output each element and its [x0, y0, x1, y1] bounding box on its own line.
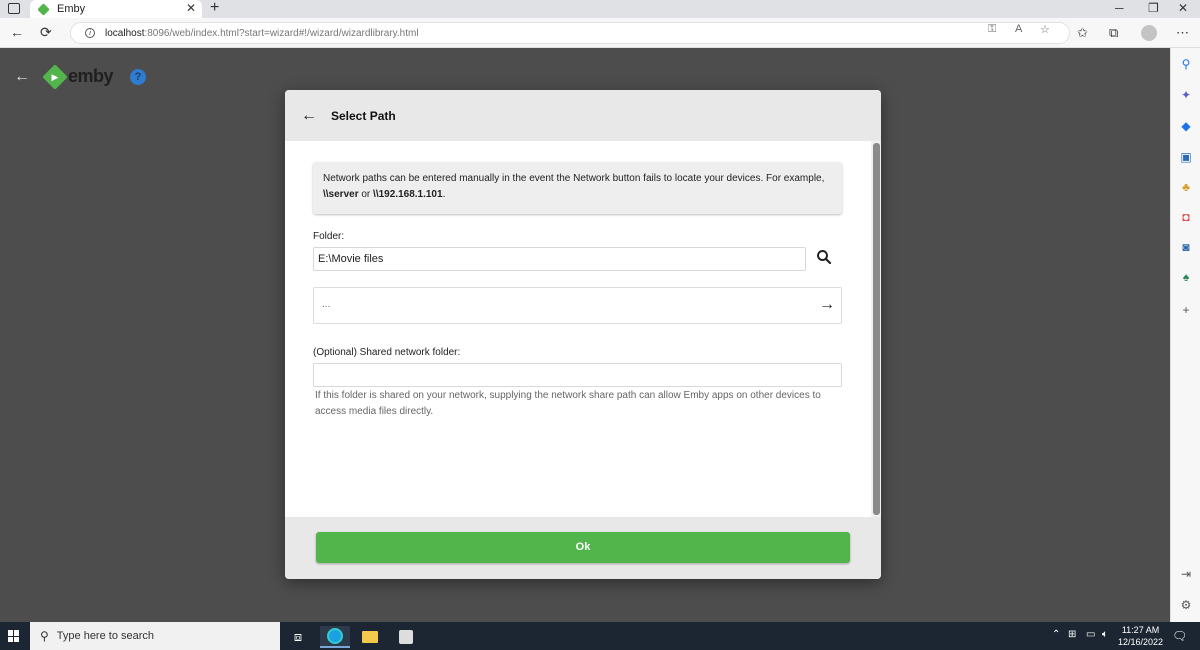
emby-logo: ▶ emby	[42, 63, 114, 90]
parent-directory-label: ...	[322, 299, 331, 310]
scrollbar-thumb[interactable]	[873, 143, 880, 515]
shared-folder-label: (Optional) Shared network folder:	[313, 347, 461, 358]
emby-server-taskbar-icon[interactable]	[391, 626, 421, 648]
folder-input[interactable]: E:\Movie files	[313, 247, 806, 271]
favorite-star-icon[interactable]: ☆	[1040, 23, 1050, 36]
clock-date: 12/16/2022	[1118, 637, 1164, 647]
profile-avatar[interactable]	[1141, 25, 1157, 41]
discover-icon[interactable]: ✦	[1179, 88, 1193, 102]
minimize-icon[interactable]: ─	[1115, 1, 1124, 15]
site-info-icon[interactable]: i	[85, 28, 95, 38]
refresh-icon[interactable]: ⟳	[40, 24, 52, 41]
file-explorer-icon[interactable]	[355, 626, 385, 648]
taskbar-clock[interactable]: 11:27 AM 12/16/2022	[1118, 624, 1163, 648]
address-bar-row: ← ⟳ i localhost :8096/web/index.html?sta…	[0, 18, 1200, 48]
dialog-title: Select Path	[331, 108, 396, 123]
note-server-example: \\server	[323, 189, 359, 200]
outlook-icon[interactable]: ◙	[1179, 240, 1193, 254]
url-path: :8096/web/index.html?start=wizard#!/wiza…	[144, 27, 419, 39]
task-view-icon[interactable]: ⧈	[283, 626, 313, 648]
more-menu-icon[interactable]: ⋯	[1176, 25, 1189, 41]
ok-button[interactable]: Ok	[316, 532, 850, 563]
dialog-footer: Ok	[285, 517, 881, 579]
windows-taskbar: ⚲ Type here to search ⧈ ⌃ ⊞ ▭ 🔈︎ 11:27 A…	[0, 622, 1200, 650]
folder-label: Folder:	[313, 231, 345, 242]
shopping-icon[interactable]: ◆	[1179, 119, 1193, 133]
note-text: Network paths can be entered manually in…	[323, 173, 825, 184]
emby-logo-text: emby	[68, 66, 114, 86]
window-close-icon[interactable]: ✕	[1178, 1, 1188, 15]
favorites-icon[interactable]: ✩	[1077, 25, 1088, 41]
permissions-icon[interactable]: ⚿	[988, 23, 996, 36]
back-icon[interactable]: ←	[10, 24, 24, 40]
note-end: .	[442, 189, 446, 200]
monitor-tray-icon[interactable]: ▭	[1086, 629, 1095, 640]
network-path-note: Network paths can be entered manually in…	[313, 162, 842, 214]
note-ip-example: \\192.168.1.101	[373, 189, 443, 200]
network-tray-icon[interactable]: ⊞	[1068, 629, 1076, 640]
search-icon[interactable]: ⚲	[1179, 57, 1193, 71]
shared-folder-input[interactable]	[313, 363, 842, 387]
office-icon[interactable]: ◘	[1179, 210, 1193, 224]
volume-tray-icon[interactable]: 🔈︎	[1102, 629, 1108, 640]
taskbar-search-placeholder: Type here to search	[56, 630, 155, 642]
network-search-icon[interactable]	[816, 249, 832, 265]
tab-actions-icon[interactable]	[8, 3, 20, 14]
directory-list-item[interactable]: ... →	[313, 287, 842, 324]
add-sidebar-icon[interactable]: +	[1179, 303, 1193, 317]
dialog-scrollbar[interactable]	[871, 141, 881, 517]
arrow-right-icon: →	[819, 296, 835, 313]
hide-sidebar-icon[interactable]: ⇥	[1179, 567, 1193, 581]
tab-close-icon[interactable]: ✕	[186, 1, 196, 15]
tools-icon[interactable]: ▣	[1179, 150, 1193, 164]
select-path-dialog: ← Select Path Network paths can be enter…	[285, 90, 881, 579]
url-host: localhost	[105, 27, 145, 39]
windows-start-icon[interactable]	[8, 630, 20, 642]
restore-icon[interactable]: ❐	[1148, 1, 1159, 15]
tray-chevron-icon[interactable]: ⌃	[1052, 629, 1060, 640]
tab-title: Emby	[57, 3, 86, 15]
tab-emby[interactable]: Emby ✕	[30, 0, 202, 18]
games-icon[interactable]: ♣	[1179, 180, 1193, 194]
dialog-header: ← Select Path	[285, 90, 881, 141]
note-or: or	[358, 189, 374, 200]
tree-icon[interactable]: ♠	[1179, 270, 1193, 284]
browser-tab-bar: Emby ✕ + ─ ❐ ✕	[0, 0, 1200, 18]
sidebar-settings-icon[interactable]: ⚙	[1179, 598, 1193, 612]
help-icon[interactable]: ?	[130, 69, 146, 85]
clock-time: 11:27 AM	[1121, 625, 1160, 635]
taskbar-search[interactable]: ⚲ Type here to search	[30, 622, 280, 650]
url-field[interactable]: i localhost :8096/web/index.html?start=w…	[70, 22, 1070, 44]
read-aloud-icon[interactable]: A	[1015, 23, 1022, 35]
collections-icon[interactable]: ⧉	[1109, 25, 1118, 41]
shared-folder-helper-text: If this folder is shared on your network…	[315, 390, 821, 417]
edge-taskbar-icon[interactable]	[320, 626, 350, 648]
emby-favicon-icon	[37, 2, 50, 16]
new-tab-button[interactable]: +	[210, 0, 219, 17]
page-back-icon[interactable]: ←	[14, 68, 30, 86]
dialog-back-icon[interactable]: ←	[301, 107, 317, 125]
emby-logo-icon: ▶	[42, 63, 68, 90]
edge-sidebar: ⚲ ✦ ◆ ▣ ♣ ◘ ◙ ♠ + ⇥ ⚙	[1170, 48, 1200, 622]
taskbar-search-icon: ⚲	[40, 629, 49, 643]
notifications-icon[interactable]: 🗨︎	[1172, 629, 1187, 643]
